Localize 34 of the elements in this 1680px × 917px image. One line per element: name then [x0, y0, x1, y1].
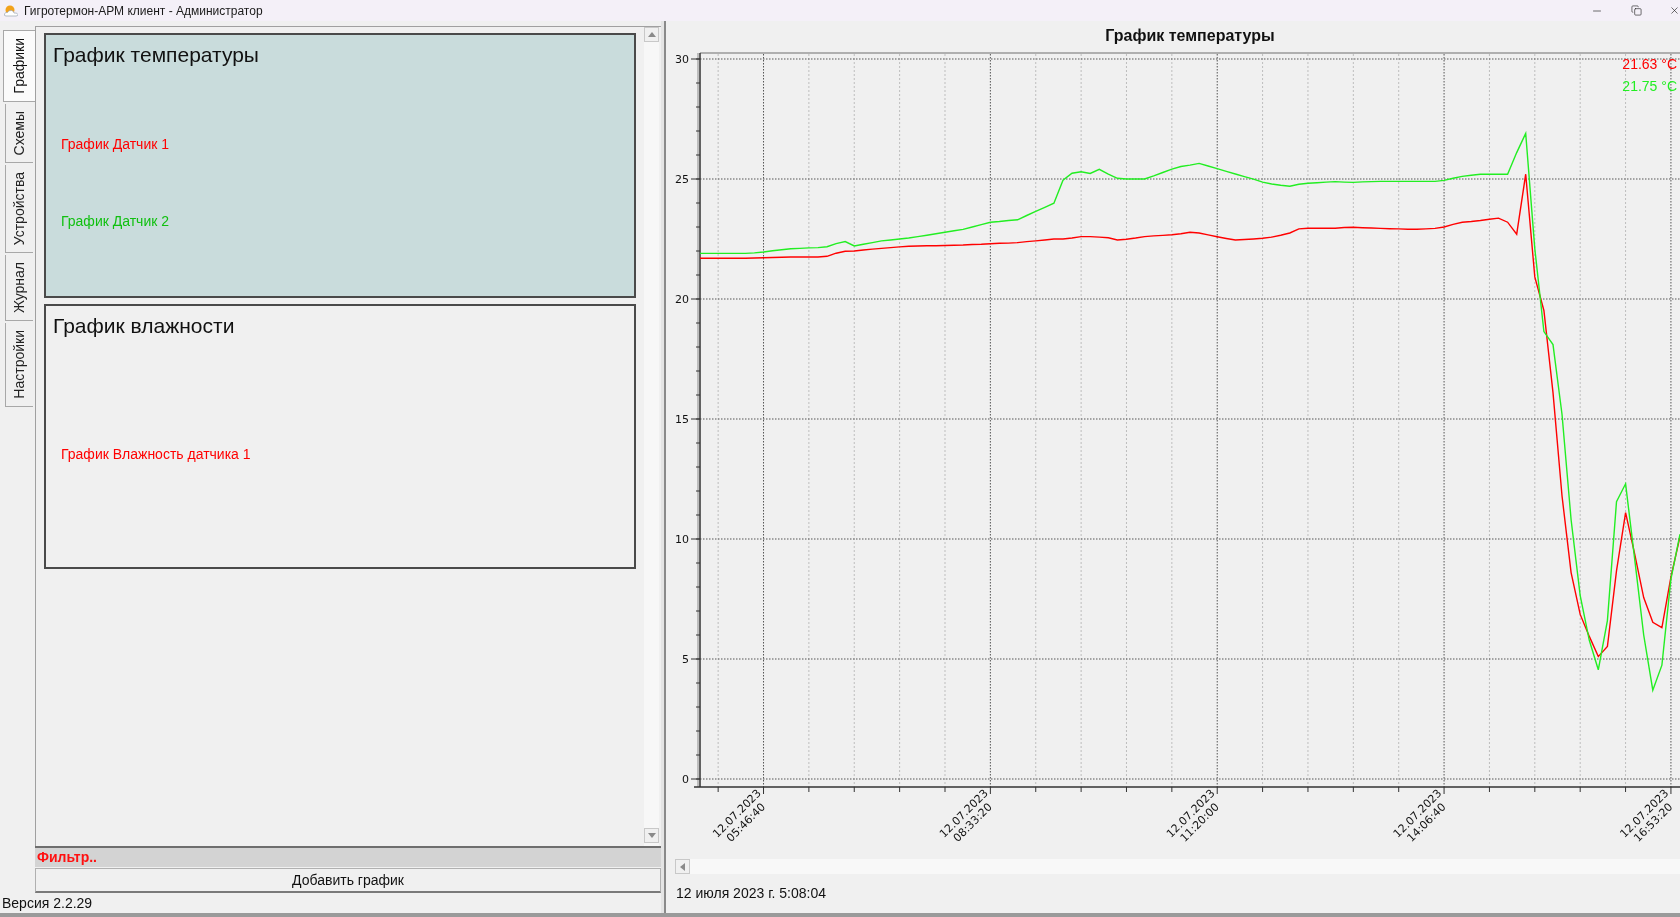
- y-tick-label: 0: [682, 773, 689, 786]
- scroll-left-button[interactable]: [675, 859, 690, 874]
- chart-title: График температуры: [1105, 26, 1275, 46]
- vertical-scrollbar[interactable]: [644, 27, 659, 846]
- side-tab[interactable]: Схемы: [5, 103, 33, 164]
- side-tab[interactable]: Устройства: [5, 165, 33, 254]
- down-triangle-icon: [647, 833, 656, 838]
- y-tick-label: 30: [675, 53, 689, 66]
- legend-reading: 21.75 °C: [1622, 78, 1677, 94]
- window-title: Гигротермон-АРМ клиент - Администратор: [24, 2, 263, 20]
- card-title: График температуры: [53, 43, 259, 66]
- left-triangle-icon: [680, 862, 685, 871]
- y-tick-label: 25: [675, 173, 689, 186]
- version-label: Версия 2.2.29: [2, 893, 93, 913]
- side-tab[interactable]: Настройки: [5, 323, 33, 408]
- status-datetime: 12 июля 2023 г. 5:08:04: [676, 884, 827, 903]
- add-chart-button[interactable]: Добавить график: [35, 868, 661, 893]
- scroll-up-button[interactable]: [644, 27, 659, 42]
- y-tick-label: 10: [675, 533, 689, 546]
- graph-series-label[interactable]: График Влажность датчика 1: [61, 445, 251, 462]
- sun-cloud-icon: [4, 4, 18, 17]
- card-title: График влажности: [53, 314, 235, 337]
- y-tick-label: 15: [675, 413, 689, 426]
- y-tick-label: 5: [682, 653, 689, 666]
- graph-card[interactable]: График влажности График Влажность датчика 1: [44, 304, 636, 569]
- close-icon: [1669, 5, 1680, 16]
- restore-icon: [1630, 5, 1642, 16]
- up-triangle-icon: [647, 32, 656, 37]
- y-tick-label: 20: [675, 293, 689, 306]
- side-tab[interactable]: Журнал: [5, 255, 33, 322]
- legend-reading: 21.63 °C: [1622, 56, 1677, 72]
- horizontal-scrollbar[interactable]: [675, 859, 1680, 874]
- side-tab[interactable]: Графики: [3, 30, 35, 102]
- scroll-down-button[interactable]: [644, 828, 659, 843]
